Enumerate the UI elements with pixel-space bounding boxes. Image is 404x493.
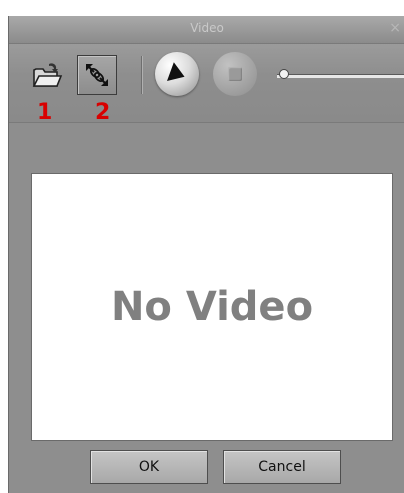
cancel-button[interactable]: Cancel	[223, 450, 341, 484]
close-icon[interactable]: ×	[389, 20, 401, 36]
annotation-label-2: 2	[95, 100, 111, 125]
no-video-text: No Video	[110, 284, 314, 330]
toolbar-separator	[141, 56, 142, 94]
annotation-label-1: 1	[37, 100, 53, 125]
title-bar[interactable]: Video ×	[9, 16, 404, 44]
play-button[interactable]	[155, 52, 199, 96]
play-icon	[167, 62, 185, 82]
folder-open-icon	[32, 63, 63, 87]
volume-slider-thumb[interactable]	[279, 69, 289, 79]
link-button[interactable]	[77, 55, 117, 95]
chain-link-resize-icon	[86, 64, 108, 86]
window-title: Video	[190, 21, 224, 35]
stop-icon	[228, 67, 242, 81]
video-preview: No Video	[31, 173, 393, 441]
ok-button[interactable]: OK	[90, 450, 208, 484]
volume-slider[interactable]	[277, 74, 404, 78]
toolbar	[9, 44, 404, 123]
open-file-button[interactable]	[27, 55, 67, 95]
stop-button[interactable]	[213, 52, 257, 96]
video-dialog: Video × 1 2 No Video OK Cancel	[8, 16, 404, 493]
